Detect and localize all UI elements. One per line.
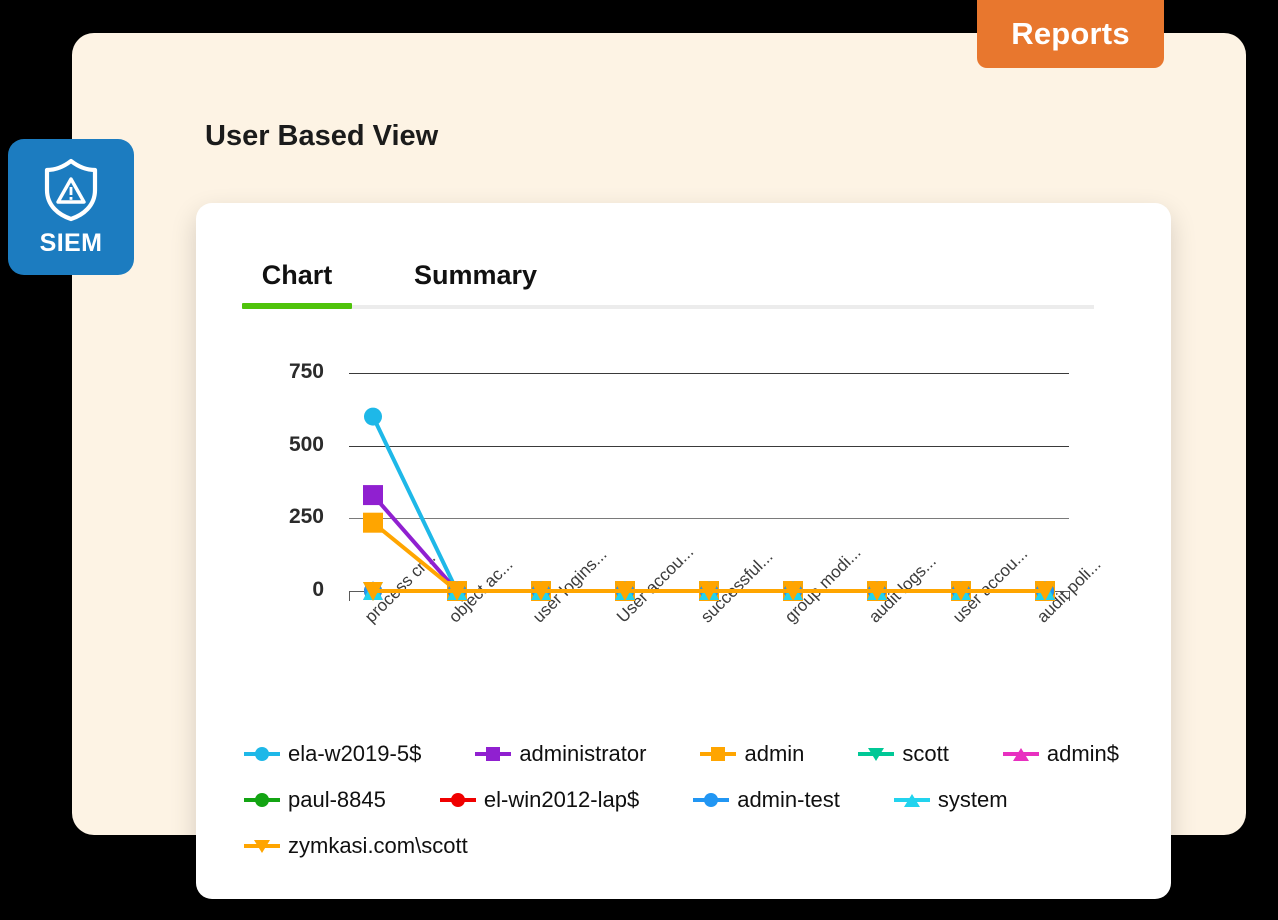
legend-item-label: system — [937, 787, 1008, 812]
legend-item[interactable]: ela-w2019-5$ — [244, 741, 421, 767]
legend-row: zymkasi.com\scott — [244, 823, 1144, 869]
circle-marker-icon — [244, 790, 280, 810]
legend-item-label: admin — [744, 741, 805, 766]
data-point-marker — [364, 407, 382, 426]
legend-item-label: paul-8845 — [288, 787, 386, 812]
tri-down-marker-icon — [244, 836, 280, 856]
shield-warning-icon — [41, 157, 101, 223]
legend-item[interactable]: paul-8845 — [244, 787, 386, 813]
screenshot-root: Reports SIEM User Based View Chart Summa… — [0, 0, 1278, 920]
legend-item-label: ela-w2019-5$ — [288, 741, 422, 766]
legend-item[interactable]: admin — [700, 741, 804, 767]
reports-tab-label: Reports — [1011, 16, 1130, 51]
legend-item-label: scott — [902, 741, 949, 766]
data-point-marker — [363, 512, 383, 533]
legend-item[interactable]: scott — [858, 741, 949, 767]
data-point-marker — [363, 485, 383, 506]
chart-card: Chart Summary 0 250 500 750 process cr... obj… — [196, 203, 1171, 899]
reports-tab-button[interactable]: Reports — [977, 0, 1164, 68]
siem-badge-label: SIEM — [39, 228, 103, 257]
square-marker-icon — [475, 744, 512, 764]
series-line — [371, 521, 1045, 593]
legend-item[interactable]: system — [893, 787, 1008, 813]
circle-marker-icon — [244, 744, 280, 764]
tri-up-marker-icon — [893, 790, 930, 810]
legend-item[interactable]: el-win2012-lap$ — [439, 787, 640, 813]
legend-item[interactable]: admin$ — [1002, 741, 1120, 767]
circle-marker-icon — [693, 790, 730, 810]
legend-item[interactable]: zymkasi.com\scott — [244, 833, 468, 859]
legend-item-label: zymkasi.com\scott — [288, 833, 468, 858]
siem-badge[interactable]: SIEM — [8, 139, 134, 275]
legend-item-label: el-win2012-lap$ — [483, 787, 640, 812]
page-title: User Based View — [205, 120, 439, 152]
legend-item-label: administrator — [519, 741, 647, 766]
legend-item[interactable]: administrator — [475, 741, 646, 767]
series-line — [371, 415, 1045, 593]
legend-row: ela-w2019-5$ administrator admin scott admin… — [244, 731, 1144, 777]
legend-item-label: admin$ — [1046, 741, 1120, 766]
legend-row: paul-8845 el-win2012-lap$ admin-test system — [244, 777, 1144, 823]
tri-up-marker-icon — [1002, 744, 1039, 764]
legend-item-label: admin-test — [737, 787, 840, 812]
chart-legend: ela-w2019-5$ administrator admin scott admin… — [244, 731, 1144, 869]
square-marker-icon — [700, 744, 737, 764]
circle-marker-icon — [439, 790, 476, 810]
legend-item[interactable]: admin-test — [693, 787, 840, 813]
tri-down-marker-icon — [858, 744, 895, 764]
series-line — [371, 493, 1045, 593]
